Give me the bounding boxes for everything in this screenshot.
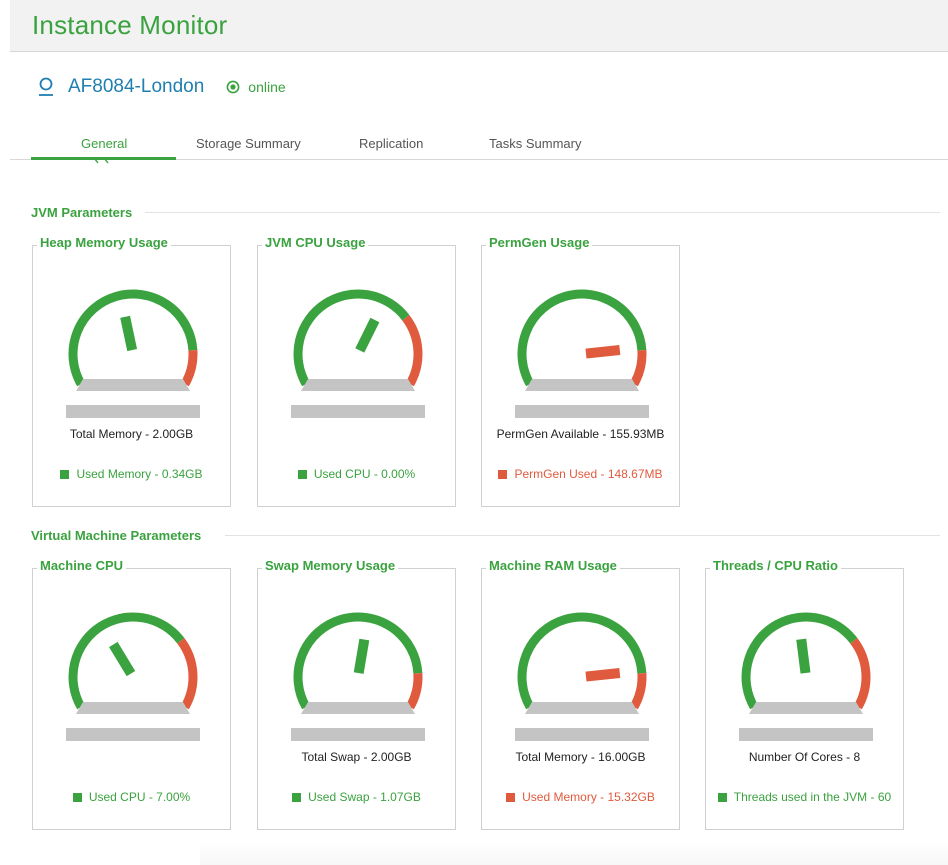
gauge-track-bar	[515, 728, 649, 741]
legend-label: Threads used in the JVM - 60	[733, 790, 892, 804]
app-title: Instance Monitor	[32, 10, 228, 40]
gauge-base-plate	[301, 702, 415, 714]
legend-swatch	[297, 469, 307, 479]
instance-icon	[39, 77, 53, 96]
gauge-track-bar	[515, 405, 649, 418]
gauge-arc-warning	[405, 672, 423, 710]
gauge-track-bar	[291, 405, 425, 418]
gauge-card-permgen: PermGen Usage PermGen Available - 155.93…	[481, 235, 680, 507]
gauge-base-plate	[76, 702, 190, 714]
tab-storage-summary[interactable]: Storage Summary	[196, 136, 301, 151]
scroll-peek-glyph	[93, 158, 109, 164]
gauge-track-bar	[66, 728, 200, 741]
tab-tasks-summary[interactable]: Tasks Summary	[489, 136, 581, 151]
legend-swatch	[498, 469, 508, 479]
total-label: Total Memory - 2.00GB	[69, 427, 194, 441]
legend-item: Threads used in the JVM - 60	[706, 790, 903, 804]
gauge-needle	[796, 638, 811, 674]
tab-replication[interactable]: Replication	[359, 136, 423, 151]
legend-item: PermGen Used - 148.67MB	[482, 467, 679, 481]
gauge-jvm-cpu	[291, 289, 425, 418]
gauge-swap-memory	[291, 612, 425, 741]
gauge-card-jvm-cpu: JVM CPU Usage Used CPU - 0.00%	[257, 235, 456, 507]
gauge-base-plate	[76, 379, 190, 391]
gauge-base-plate	[525, 379, 639, 391]
legend-label: Used Swap - 1.07GB	[308, 790, 421, 804]
gauge-needle	[585, 345, 621, 359]
legend-swatch	[60, 469, 70, 479]
gauge-base-plate	[301, 379, 415, 391]
gauge-arc-normal	[293, 289, 410, 387]
tab-bar: General Storage Summary Replication Task…	[10, 128, 948, 160]
gauge-card-machine-cpu: Machine CPU Used CPU - 7.00%	[32, 558, 231, 830]
card-title: Machine RAM Usage	[486, 558, 620, 573]
legend-item: Used Swap - 1.07GB	[258, 790, 455, 804]
legend-swatch	[292, 792, 302, 802]
gauge-needle	[585, 668, 621, 682]
legend-swatch	[506, 792, 516, 802]
legend-label: Used CPU - 0.00%	[313, 467, 416, 481]
total-label: PermGen Available - 155.93MB	[496, 427, 665, 441]
instance-monitor-page: Instance Monitor AF8084-London online Ge…	[0, 0, 948, 865]
section-title-jvm: JVM Parameters	[31, 205, 133, 220]
gauge-needle	[353, 638, 370, 674]
status-text: online	[248, 79, 286, 95]
legend-label: PermGen Used - 148.67MB	[514, 467, 663, 481]
legend-label: Used Memory - 15.32GB	[522, 790, 655, 804]
gauge-arc-warning	[402, 315, 423, 387]
legend-label: Used Memory - 0.34GB	[76, 467, 203, 481]
legend-label: Used CPU - 7.00%	[88, 790, 191, 804]
legend-swatch	[72, 792, 82, 802]
gauge-needle	[355, 317, 380, 353]
gauge-arc-warning	[629, 349, 647, 387]
section-title-vm: Virtual Machine Parameters	[31, 528, 202, 543]
gauge-card-machine-ram: Machine RAM Usage Total Memory - 16.00GB…	[481, 558, 680, 830]
gauge-arc-warning	[177, 638, 198, 710]
gauge-machine-ram	[515, 612, 649, 741]
card-title: Swap Memory Usage	[262, 558, 399, 573]
gauge-track-bar	[291, 728, 425, 741]
instance-name[interactable]: AF8084-London	[68, 76, 204, 98]
gauge-permgen	[515, 289, 649, 418]
card-title: PermGen Usage	[486, 235, 593, 250]
gauge-needle	[120, 315, 138, 352]
section-divider	[225, 535, 940, 536]
card-title: Threads / CPU Ratio	[710, 558, 841, 573]
legend-swatch	[717, 792, 727, 802]
gauge-base-plate	[749, 702, 863, 714]
gauge-arc-warning	[850, 638, 871, 710]
header-bar: Instance Monitor	[10, 0, 948, 52]
total-label: Total Memory - 16.00GB	[515, 750, 646, 764]
card-title: JVM CPU Usage	[262, 235, 369, 250]
bottom-fade	[200, 840, 948, 865]
legend-item: Used CPU - 7.00%	[33, 790, 230, 804]
gauge-track-bar	[66, 405, 200, 418]
legend-item: Used CPU - 0.00%	[258, 467, 455, 481]
gauge-arc-warning	[180, 349, 198, 387]
gauge-arc-normal	[517, 289, 647, 387]
legend-item: Used Memory - 15.32GB	[482, 790, 679, 804]
gauge-machine-cpu	[66, 612, 200, 741]
instance-header: AF8084-London online	[38, 74, 286, 100]
gauge-card-heap-memory: Heap Memory Usage Total Memory - 2.00GB …	[32, 235, 231, 507]
gauge-arc-normal	[517, 612, 647, 710]
total-label: Total Swap - 2.00GB	[301, 750, 412, 764]
gauge-arc-warning	[629, 672, 647, 710]
legend-item: Used Memory - 0.34GB	[33, 467, 230, 481]
gauge-base-plate	[525, 702, 639, 714]
gauge-card-swap-memory: Swap Memory Usage Total Swap - 2.00GB Us…	[257, 558, 456, 830]
gauge-heap-memory	[66, 289, 200, 418]
total-label: Number Of Cores - 8	[748, 750, 861, 764]
section-divider	[145, 212, 940, 213]
card-title: Machine CPU	[37, 558, 127, 573]
gauge-card-threads-cpu-ratio: Threads / CPU Ratio Number Of Cores - 8 …	[705, 558, 904, 830]
gauge-threads-cpu-ratio	[739, 612, 873, 741]
tab-general[interactable]: General	[81, 136, 127, 151]
gauge-needle	[109, 641, 136, 677]
gauge-track-bar	[739, 728, 873, 741]
card-title: Heap Memory Usage	[37, 235, 171, 250]
online-status-icon	[226, 80, 240, 94]
